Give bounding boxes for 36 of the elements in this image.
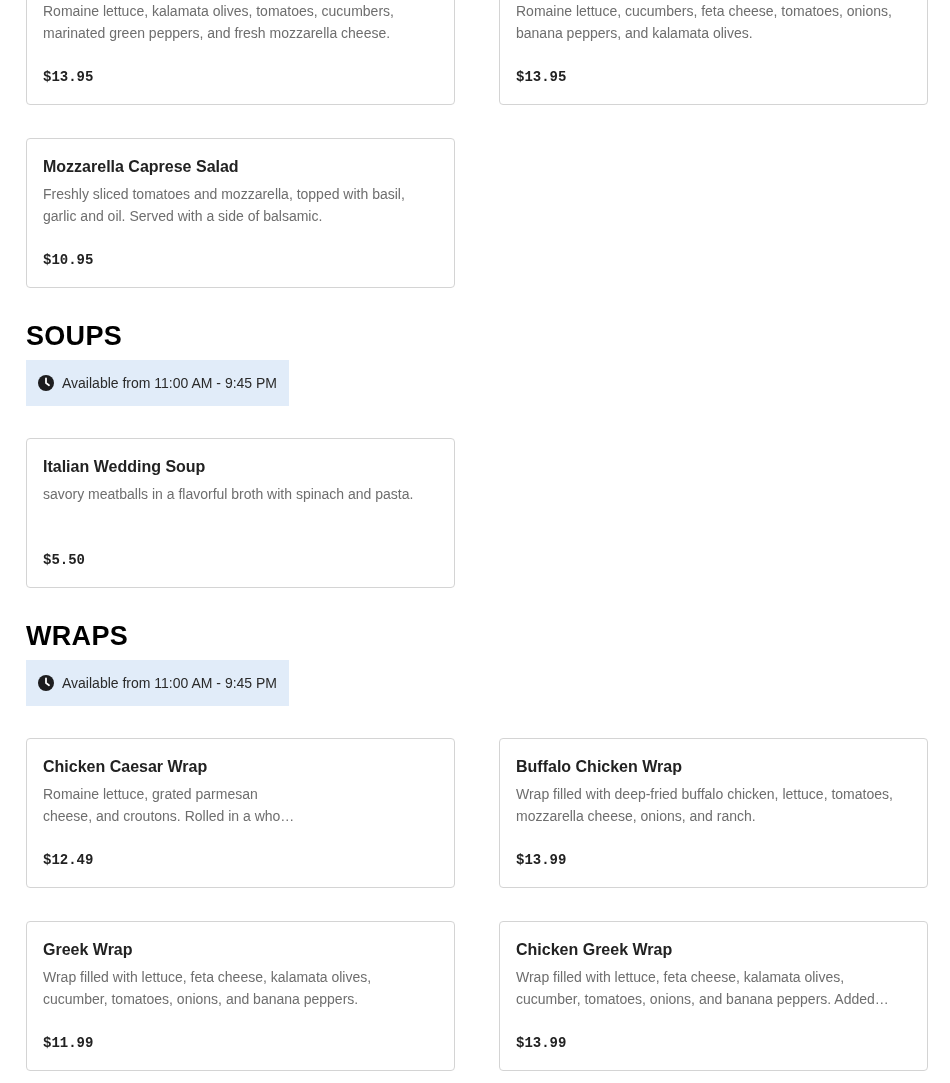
item-name: Buffalo Chicken Wrap <box>516 757 683 777</box>
item-description: Romaine lettuce, cucumbers, feta cheese, tomatoes, onions, banana peppers, and kalamata olives. <box>516 2 893 43</box>
item-price: $13.99 <box>516 1034 568 1053</box>
item-name: Greek Wrap <box>43 940 134 960</box>
section-heading: SOUPS <box>26 320 123 352</box>
menu-item-card[interactable]: Chicken Caesar Wrap Romaine lettuce, grated parmesan cheese, and croutons. Rolled in a who… $12.49 <box>26 738 455 888</box>
item-description: savory meatballs in a flavorful broth with spinach and pasta. <box>43 485 415 504</box>
availability-text: Available from 11:00 AM - 9:45 PM <box>62 674 278 693</box>
item-name: Mozzarella Caprese Salad <box>43 157 240 177</box>
item-description: Wrap filled with lettuce, feta cheese, kalamata olives, cucumber, tomatoes, onions, and banana peppers. <box>43 968 373 1009</box>
item-price: $13.95 <box>43 68 95 87</box>
clock-icon <box>38 675 54 691</box>
menu-item-card[interactable]: Chicken Greek Wrap Wrap filled with lettuce, feta cheese, kalamata olives, cucumber, tomatoes, onions, and banana peppers. Added… $13.99 <box>499 921 928 1071</box>
item-description: Romaine lettuce, grated parmesan cheese, and croutons. Rolled in a who… <box>43 785 296 826</box>
item-price: $11.99 <box>43 1034 95 1053</box>
item-description: Romaine lettuce, kalamata olives, tomatoes, cucumbers, marinated green peppers, and fresh mozzarella cheese. <box>43 2 395 43</box>
item-price: $13.95 <box>516 68 568 87</box>
section-heading: WRAPS <box>26 620 128 652</box>
menu-item-card[interactable]: Romaine lettuce, cucumbers, feta cheese, tomatoes, onions, banana peppers, and kalamata olives. $13.95 <box>499 0 928 105</box>
item-name: Chicken Caesar Wrap <box>43 757 209 777</box>
item-description: Freshly sliced tomatoes and mozzarella, topped with basil, garlic and oil. Served with a side of balsamic. <box>43 185 406 226</box>
menu-item-card[interactable]: Mozzarella Caprese Salad Freshly sliced tomatoes and mozzarella, topped with basil, garlic and oil. Served with a side of balsamic. $10.95 <box>26 138 455 288</box>
menu-item-card[interactable]: Italian Wedding Soup savory meatballs in a flavorful broth with spinach and pasta. $5.50 <box>26 438 455 588</box>
item-price: $13.99 <box>516 851 568 870</box>
menu-item-card[interactable]: Greek Wrap Wrap filled with lettuce, feta cheese, kalamata olives, cucumber, tomatoes, onions, and banana peppers. $11.99 <box>26 921 455 1071</box>
item-name: Italian Wedding Soup <box>43 457 207 477</box>
item-price: $12.49 <box>43 851 95 870</box>
item-description: Wrap filled with deep-fried buffalo chicken, lettuce, tomatoes, mozzarella cheese, onions, and ranch. <box>516 785 894 826</box>
item-description: Wrap filled with lettuce, feta cheese, kalamata olives, cucumber, tomatoes, onions, and banana peppers. Added… <box>516 968 890 1009</box>
item-name: Chicken Greek Wrap <box>516 940 674 960</box>
clock-icon <box>38 375 54 391</box>
menu-item-card[interactable]: Buffalo Chicken Wrap Wrap filled with deep-fried buffalo chicken, lettuce, tomatoes, mozzarella cheese, onions, and ranch. $13.99 <box>499 738 928 888</box>
availability-text: Available from 11:00 AM - 9:45 PM <box>62 374 278 393</box>
menu-item-card[interactable]: Romaine lettuce, kalamata olives, tomatoes, cucumbers, marinated green peppers, and fresh mozzarella cheese. $13.95 <box>26 0 455 105</box>
item-price: $5.50 <box>43 551 86 570</box>
item-price: $10.95 <box>43 251 95 270</box>
